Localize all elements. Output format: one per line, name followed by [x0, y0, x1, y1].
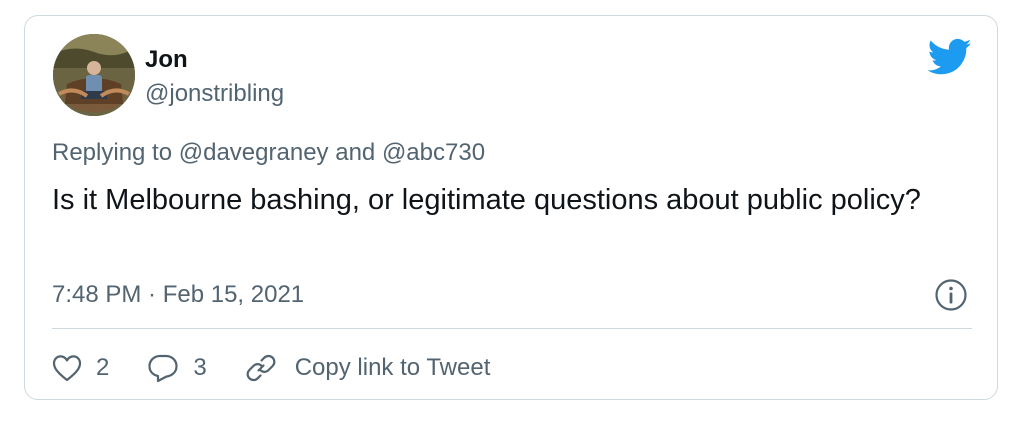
display-name[interactable]: Jon — [145, 46, 188, 74]
divider — [52, 328, 972, 329]
replying-to: Replying to @davegraney and @abc730 — [52, 139, 485, 167]
tweet-card[interactable]: Jon @jonstribling Replying to @davegrane… — [24, 15, 998, 400]
twitter-bird-icon[interactable] — [927, 38, 972, 76]
info-icon[interactable] — [934, 278, 968, 312]
mention-link-davegraney[interactable]: @davegraney — [179, 139, 329, 166]
reply-bubble-icon — [147, 353, 179, 383]
copy-link-button[interactable]: Copy link to Tweet — [245, 352, 491, 384]
link-icon — [245, 352, 277, 384]
replying-prefix: Replying to — [52, 139, 179, 166]
copy-link-label: Copy link to Tweet — [294, 354, 491, 381]
tweet-text: Is it Melbourne bashing, or legitimate q… — [52, 184, 921, 216]
replying-joiner: and — [328, 139, 382, 166]
reply-button[interactable]: 3 — [147, 353, 207, 383]
like-button[interactable]: 2 — [52, 354, 109, 382]
reply-count: 3 — [193, 354, 207, 381]
like-count: 2 — [96, 354, 110, 381]
heart-icon — [52, 354, 82, 382]
action-bar: 2 3 Copy link to Tweet — [52, 348, 490, 388]
mention-link-abc730[interactable]: @abc730 — [382, 139, 485, 166]
avatar[interactable] — [53, 34, 135, 116]
tweet-timestamp[interactable]: 7:48 PM · Feb 15, 2021 — [52, 281, 304, 309]
user-handle[interactable]: @jonstribling — [145, 80, 284, 108]
